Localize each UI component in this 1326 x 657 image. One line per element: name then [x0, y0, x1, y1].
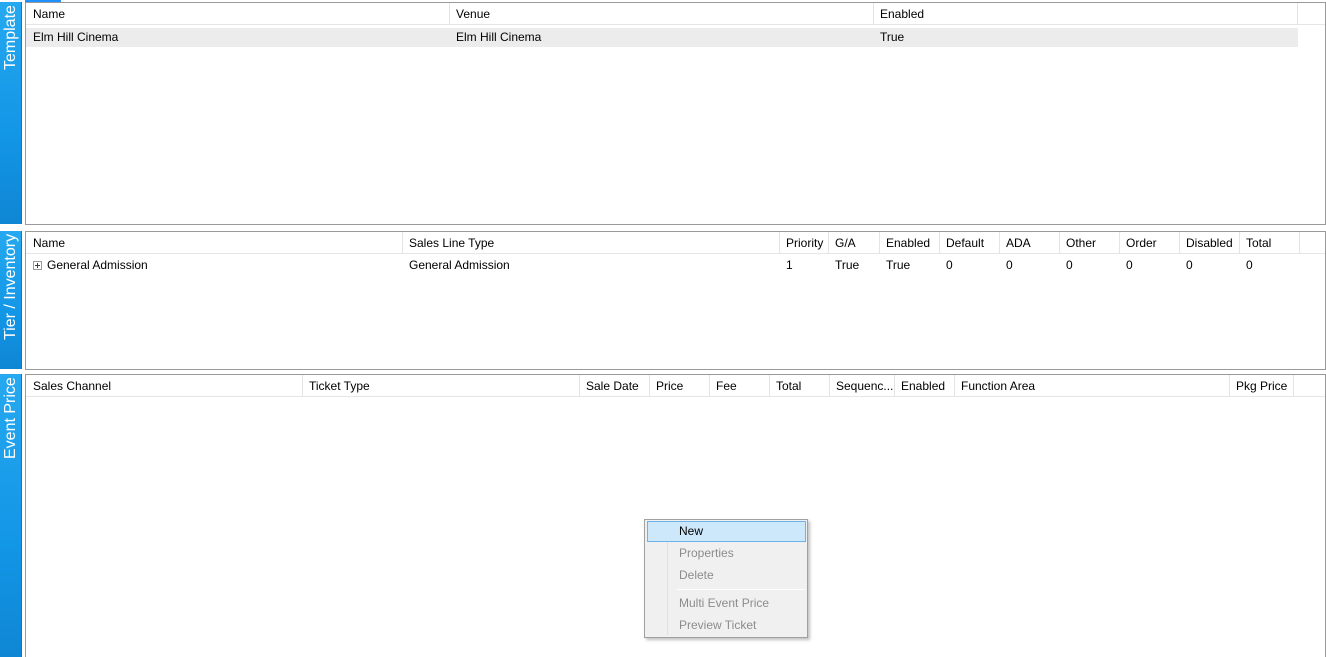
cell-total: 0 — [1246, 258, 1253, 272]
col-header-filler — [1300, 232, 1325, 254]
col-header-filler — [1294, 375, 1325, 397]
col-header-filler — [1298, 3, 1325, 25]
menu-item-multi-event-price[interactable]: Multi Event Price — [647, 593, 806, 614]
menu-item-new[interactable]: New — [647, 521, 806, 542]
tab-event-price[interactable]: Event Price — [0, 374, 22, 657]
table-row[interactable]: General Admission General Admission 1 Tr… — [26, 256, 1298, 275]
cell-name-text: General Admission — [47, 258, 148, 272]
tab-tier-inventory[interactable]: Tier / Inventory — [0, 231, 22, 369]
cell-venue: Elm Hill Cinema — [456, 30, 542, 44]
col-header-ada[interactable]: ADA — [1000, 232, 1060, 254]
tier-grid-header: Name Sales Line Type Priority G/A Enable… — [26, 232, 1325, 254]
event-editor-window: Template Name Venue Enabled Elm Hill Cin… — [0, 0, 1326, 657]
col-header-total[interactable]: Total — [1240, 232, 1300, 254]
col-header-priority[interactable]: Priority — [780, 232, 829, 254]
menu-item-preview-ticket[interactable]: Preview Ticket — [647, 615, 806, 636]
col-header-sales-line-type[interactable]: Sales Line Type — [403, 232, 780, 254]
cell-disabled: 0 — [1186, 258, 1193, 272]
col-header-function-area[interactable]: Function Area — [955, 375, 1230, 397]
col-header-order[interactable]: Order — [1120, 232, 1180, 254]
cell-ada: 0 — [1006, 258, 1013, 272]
cell-priority: 1 — [786, 258, 793, 272]
template-grid-header: Name Venue Enabled — [26, 3, 1325, 25]
tab-tier-inventory-label: Tier / Inventory — [2, 234, 19, 341]
cell-enabled: True — [886, 258, 911, 272]
col-header-sale-date[interactable]: Sale Date — [580, 375, 650, 397]
col-header-pkg-price[interactable]: Pkg Price — [1230, 375, 1294, 397]
event-price-grid-header: Sales Channel Ticket Type Sale Date Pric… — [26, 375, 1325, 397]
tier-inventory-grid[interactable]: Name Sales Line Type Priority G/A Enable… — [25, 231, 1326, 370]
cell-name: Elm Hill Cinema — [33, 30, 119, 44]
context-menu: New Properties Delete Multi Event Price … — [644, 519, 808, 638]
expand-plus-icon[interactable] — [33, 261, 42, 270]
cell-other: 0 — [1066, 258, 1073, 272]
col-header-default[interactable]: Default — [940, 232, 1000, 254]
cell-default: 0 — [946, 258, 953, 272]
col-header-ga[interactable]: G/A — [829, 232, 880, 254]
col-header-disabled[interactable]: Disabled — [1180, 232, 1240, 254]
col-header-enabled[interactable]: Enabled — [874, 3, 1298, 25]
menu-item-properties[interactable]: Properties — [647, 543, 806, 564]
tab-event-price-label: Event Price — [2, 377, 19, 459]
col-header-enabled[interactable]: Enabled — [880, 232, 940, 254]
cell-enabled: True — [880, 30, 905, 44]
col-header-sequence[interactable]: Sequenc... — [830, 375, 895, 397]
col-header-enabled[interactable]: Enabled — [895, 375, 955, 397]
cell-sales-line-type: General Admission — [409, 258, 510, 272]
col-header-total[interactable]: Total — [770, 375, 830, 397]
template-grid[interactable]: Name Venue Enabled Elm Hill Cinema Elm H… — [25, 2, 1326, 225]
col-header-ticket-type[interactable]: Ticket Type — [303, 375, 580, 397]
col-header-fee[interactable]: Fee — [710, 375, 770, 397]
cell-order: 0 — [1126, 258, 1133, 272]
col-header-sales-channel[interactable]: Sales Channel — [26, 375, 303, 397]
col-header-name[interactable]: Name — [26, 232, 403, 254]
table-row[interactable]: Elm Hill Cinema Elm Hill Cinema True — [26, 28, 1298, 47]
menu-separator — [677, 589, 805, 590]
tab-template[interactable]: Template — [0, 2, 22, 224]
cell-name: General Admission — [26, 256, 403, 275]
menu-item-delete[interactable]: Delete — [647, 565, 806, 586]
col-header-price[interactable]: Price — [650, 375, 710, 397]
tab-template-label: Template — [2, 5, 19, 70]
col-header-venue[interactable]: Venue — [450, 3, 874, 25]
col-header-name[interactable]: Name — [26, 3, 450, 25]
cell-ga: True — [835, 258, 860, 272]
col-header-other[interactable]: Other — [1060, 232, 1120, 254]
